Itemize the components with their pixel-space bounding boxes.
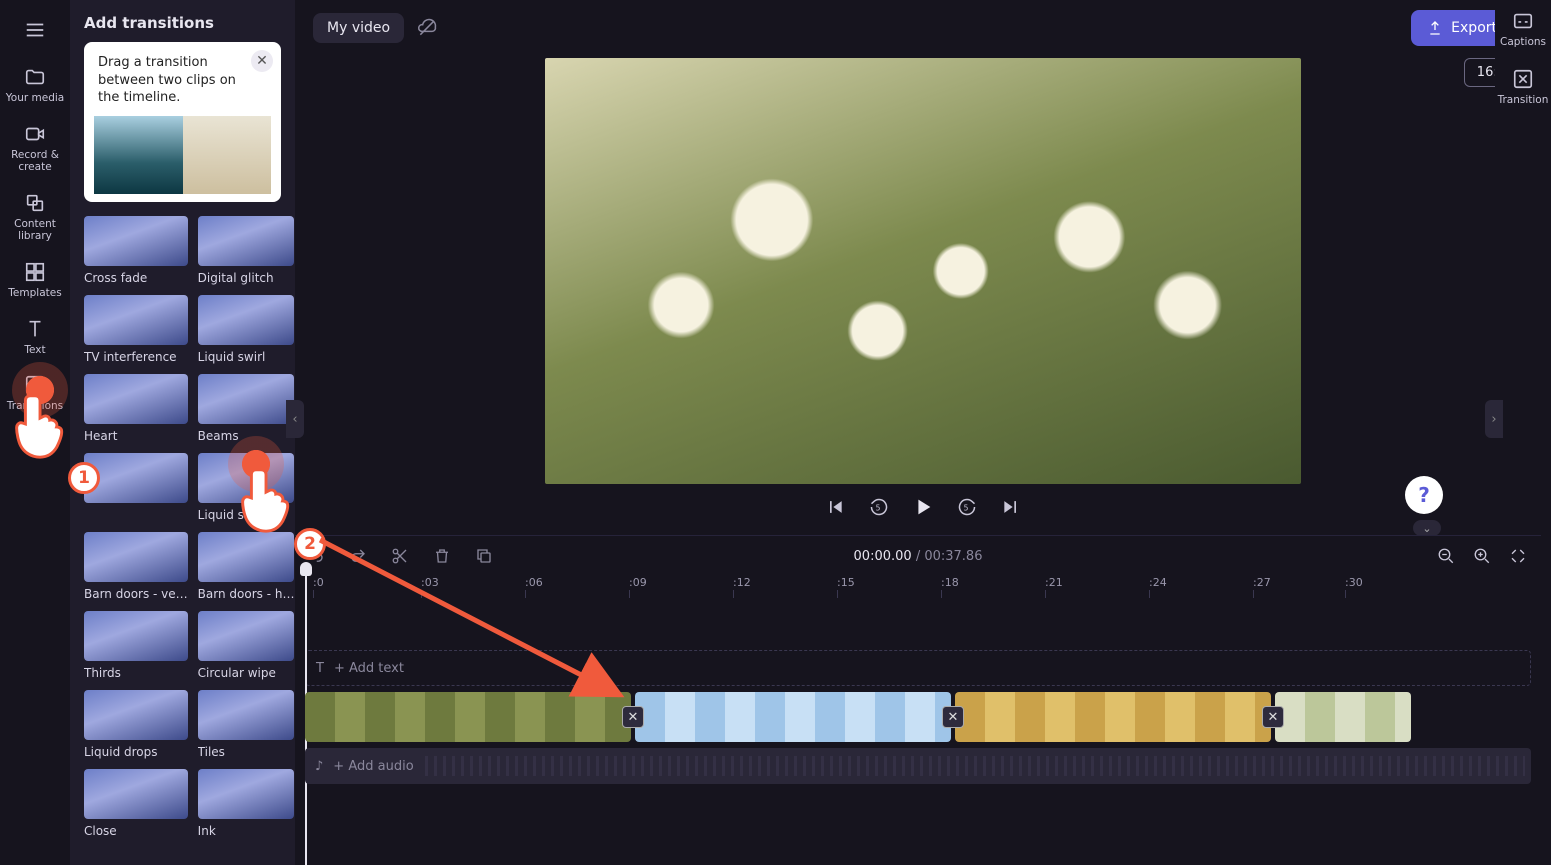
transition-props-button[interactable]: Transition xyxy=(1498,68,1549,106)
zoom-in-button[interactable] xyxy=(1471,545,1493,567)
nav-record[interactable]: Record & create xyxy=(4,123,66,174)
clip[interactable] xyxy=(635,692,951,742)
transition-item[interactable]: Barn doors - ve… xyxy=(84,532,188,601)
collapse-panel-button[interactable]: ‹ xyxy=(286,400,304,438)
tip-card: Drag a transition between two clips on t… xyxy=(84,42,281,202)
top-bar: My video Export xyxy=(295,0,1551,56)
clip[interactable] xyxy=(955,692,1271,742)
nav-your-media[interactable]: Your media xyxy=(4,66,66,105)
transition-item[interactable]: Circular wipe xyxy=(198,611,295,680)
transition-item[interactable]: Close xyxy=(84,769,188,838)
transition-item[interactable] xyxy=(84,453,188,522)
nav-text[interactable]: Text xyxy=(4,318,66,357)
play-button[interactable] xyxy=(912,496,934,518)
player-controls: 5 5 xyxy=(545,487,1301,527)
nav-templates[interactable]: Templates xyxy=(4,261,66,300)
transition-item[interactable]: Beams xyxy=(198,374,295,443)
transition-item[interactable]: Heart xyxy=(84,374,188,443)
annotation-badge-1: 1 xyxy=(68,462,100,494)
captions-button[interactable]: Captions xyxy=(1500,10,1546,48)
fit-button[interactable] xyxy=(1507,545,1529,567)
collapse-right-rail-button[interactable]: › xyxy=(1485,400,1503,438)
time-display: 00:00.00 / 00:37.86 xyxy=(854,549,983,564)
transition-item[interactable]: TV interference xyxy=(84,295,188,364)
cloud-sync-icon[interactable] xyxy=(416,17,438,39)
add-audio-label: + Add audio xyxy=(333,759,413,774)
nav-label: Templates xyxy=(8,287,61,300)
skip-end-button[interactable] xyxy=(1000,496,1022,518)
transition-item[interactable]: Thirds xyxy=(84,611,188,680)
tip-text: Drag a transition between two clips on t… xyxy=(98,55,236,105)
annotation-hand-2 xyxy=(234,460,300,538)
transition-item[interactable]: Barn doors - h… xyxy=(198,532,295,601)
nav-label: Record & create xyxy=(4,149,66,174)
project-title[interactable]: My video xyxy=(313,13,404,43)
back-5s-button[interactable]: 5 xyxy=(868,496,890,518)
tip-preview-graphic xyxy=(94,116,271,194)
nav-label: Text xyxy=(24,344,45,357)
transition-node[interactable]: ✕ xyxy=(942,706,964,728)
nav-content-library[interactable]: Content library xyxy=(4,192,66,243)
transition-item[interactable]: Liquid drops xyxy=(84,690,188,759)
audio-icon: ♪ xyxy=(315,759,323,774)
menu-button[interactable] xyxy=(19,14,51,46)
forward-5s-button[interactable]: 5 xyxy=(956,496,978,518)
transitions-panel: Add transitions Drag a transition betwee… xyxy=(70,0,295,865)
transition-item[interactable]: Ink xyxy=(198,769,295,838)
zoom-out-button[interactable] xyxy=(1435,545,1457,567)
preview-area: 5 5 xyxy=(295,56,1551,527)
annotation-hand-1 xyxy=(8,386,74,464)
skip-start-button[interactable] xyxy=(824,496,846,518)
transition-node[interactable]: ✕ xyxy=(1262,706,1284,728)
nav-label: Content library xyxy=(4,218,66,243)
help-button[interactable]: ? xyxy=(1405,476,1443,514)
collapse-timeline-button[interactable]: ⌄ xyxy=(1413,520,1441,536)
svg-text:5: 5 xyxy=(964,503,969,512)
tip-close-button[interactable]: ✕ xyxy=(251,50,273,72)
panel-title: Add transitions xyxy=(84,14,281,32)
clip[interactable] xyxy=(1275,692,1411,742)
transition-item[interactable]: Digital glitch xyxy=(198,216,295,285)
nav-label: Your media xyxy=(6,92,64,105)
transition-item[interactable]: Cross fade xyxy=(84,216,188,285)
audio-track[interactable]: ♪ + Add audio xyxy=(305,748,1531,784)
export-label: Export xyxy=(1451,20,1497,36)
transition-item[interactable]: Tiles xyxy=(198,690,295,759)
transition-item[interactable]: Liquid swirl xyxy=(198,295,295,364)
video-preview[interactable] xyxy=(545,58,1301,484)
svg-text:5: 5 xyxy=(876,503,881,512)
annotation-arrow xyxy=(300,520,640,720)
